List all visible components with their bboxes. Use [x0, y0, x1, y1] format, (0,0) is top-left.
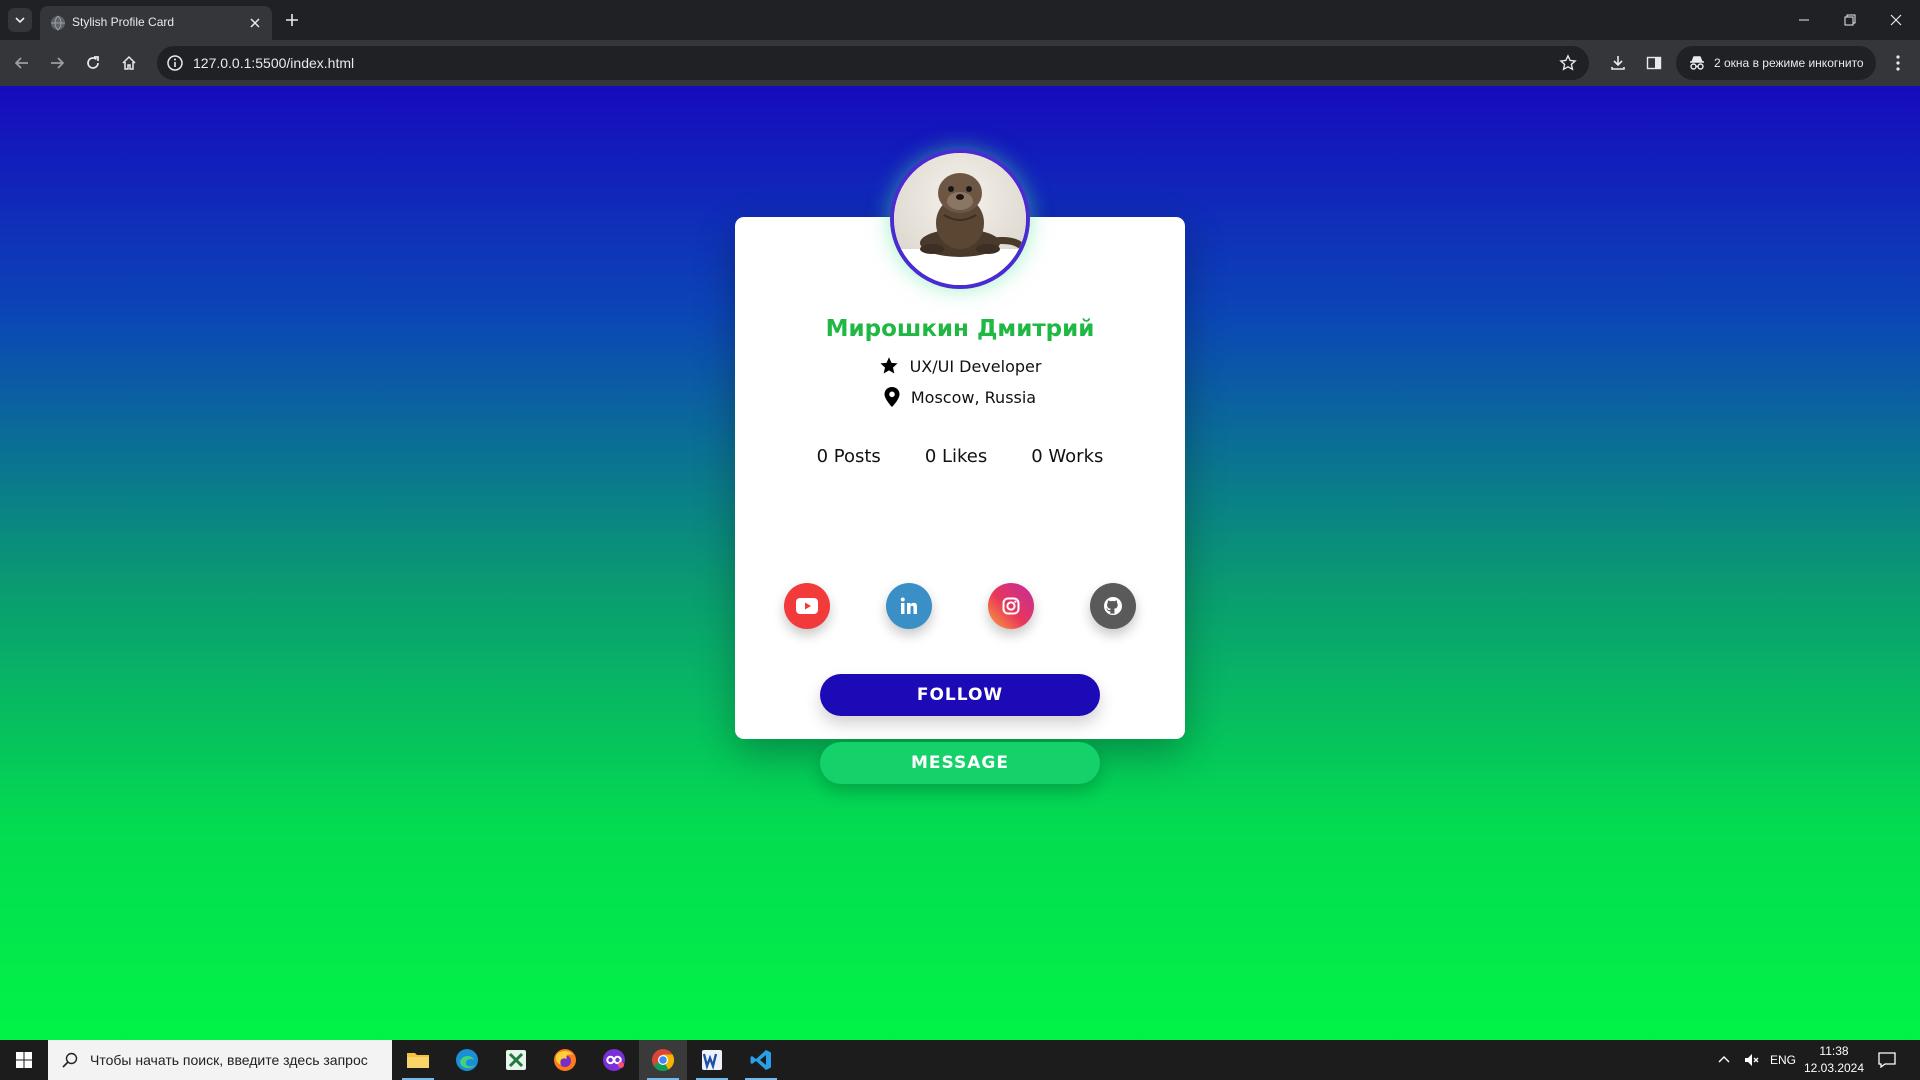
- arrow-left-icon: [14, 57, 28, 69]
- clock-time: 11:38: [1819, 1044, 1849, 1058]
- edge-icon: [456, 1049, 478, 1071]
- word-icon: [702, 1050, 722, 1071]
- otter-photo: [894, 153, 1026, 285]
- taskbar-firefox[interactable]: [541, 1040, 589, 1080]
- close-icon: [1890, 14, 1902, 26]
- tab-close-button[interactable]: [246, 14, 264, 32]
- instagram-link[interactable]: [988, 583, 1034, 629]
- youtube-icon: [796, 598, 818, 614]
- avatar: [890, 149, 1030, 289]
- minimize-icon: [1799, 19, 1809, 21]
- tab-search-button[interactable]: [8, 8, 32, 32]
- volume-muted-icon: [1745, 1054, 1759, 1066]
- window-minimize-button[interactable]: [1790, 8, 1818, 32]
- browser-toolbar: 127.0.0.1:5500/index.html 2 окна в режим…: [0, 40, 1920, 86]
- vscode-icon: [750, 1050, 771, 1070]
- incognito-indicator[interactable]: 2 окна в режиме инкогнито: [1676, 46, 1876, 80]
- taskbar-game-app[interactable]: [590, 1040, 638, 1080]
- notifications-button[interactable]: [1878, 1040, 1896, 1080]
- taskbar-file-explorer[interactable]: [394, 1040, 442, 1080]
- taskbar-word[interactable]: [688, 1040, 736, 1080]
- tab-title: Stylish Profile Card: [72, 15, 175, 29]
- star-icon: [879, 357, 898, 374]
- browser-menu-button[interactable]: [1886, 51, 1910, 75]
- folder-icon: [407, 1053, 429, 1068]
- search-icon: [62, 1052, 78, 1068]
- chrome-icon: [652, 1049, 675, 1071]
- taskbar-vscode[interactable]: [737, 1040, 785, 1080]
- search-placeholder: Чтобы начать поиск, введите здесь запрос: [90, 1052, 368, 1068]
- language-indicator[interactable]: ENG: [1770, 1040, 1796, 1080]
- chevron-down-icon: [15, 17, 25, 24]
- side-panel-button[interactable]: [1642, 51, 1666, 75]
- forward-button[interactable]: [45, 51, 69, 75]
- back-button[interactable]: [10, 51, 34, 75]
- github-icon: [1104, 597, 1122, 615]
- downloads-button[interactable]: [1606, 51, 1630, 75]
- window-restore-button[interactable]: [1836, 8, 1864, 32]
- new-tab-button[interactable]: [282, 10, 302, 30]
- profile-stats: 0 Posts 0 Likes 0 Works: [735, 446, 1185, 472]
- clock-date: 12.03.2024: [1803, 1061, 1865, 1075]
- firefox-icon: [554, 1049, 576, 1071]
- volume-button[interactable]: [1744, 1040, 1760, 1080]
- arrow-right-icon: [51, 57, 65, 69]
- clock[interactable]: 11:38 12.03.2024: [1800, 1043, 1868, 1077]
- star-outline-icon[interactable]: [1559, 54, 1577, 72]
- incognito-icon: [1690, 56, 1704, 70]
- instagram-icon: [1002, 597, 1020, 615]
- browser-tabstrip: Stylish Profile Card: [0, 0, 1920, 40]
- tray-overflow-button[interactable]: [1718, 1040, 1730, 1080]
- globe-icon: [51, 15, 65, 31]
- gamepad-icon: [603, 1049, 625, 1071]
- download-icon: [1611, 56, 1625, 70]
- taskbar-excel[interactable]: [492, 1040, 540, 1080]
- home-button[interactable]: [117, 51, 141, 75]
- profile-card: [735, 217, 1185, 739]
- follow-button[interactable]: FOLLOW: [820, 674, 1100, 716]
- tab-active[interactable]: Stylish Profile Card: [40, 6, 272, 40]
- taskbar-edge[interactable]: [443, 1040, 491, 1080]
- spreadsheet-icon: [506, 1050, 526, 1070]
- profile-role: UX/UI Developer: [735, 354, 1185, 378]
- taskbar-chrome[interactable]: [639, 1040, 687, 1080]
- more-vertical-icon: [1896, 55, 1900, 71]
- chevron-up-icon: [1718, 1056, 1730, 1063]
- linkedin-link[interactable]: [886, 583, 932, 629]
- plus-icon: [286, 14, 298, 26]
- window-close-button[interactable]: [1882, 8, 1910, 32]
- windows-logo-icon: [16, 1052, 32, 1068]
- stat-works: 0 Works: [1031, 446, 1104, 467]
- location-text: Moscow, Russia: [910, 387, 1037, 407]
- url-text[interactable]: 127.0.0.1:5500/index.html: [193, 55, 354, 71]
- reload-icon: [87, 56, 99, 69]
- close-icon: [250, 18, 260, 28]
- side-panel-icon: [1646, 56, 1662, 70]
- reload-button[interactable]: [81, 51, 105, 75]
- notification-icon: [1878, 1052, 1896, 1068]
- github-link[interactable]: [1090, 583, 1136, 629]
- info-icon[interactable]: [166, 54, 184, 72]
- stat-posts: 0 Posts: [816, 446, 881, 467]
- role-text: UX/UI Developer: [909, 356, 1042, 376]
- taskbar: Чтобы начать поиск, введите здесь запрос…: [0, 1040, 1920, 1080]
- home-icon: [122, 55, 136, 70]
- address-bar[interactable]: 127.0.0.1:5500/index.html: [157, 46, 1589, 80]
- profile-location: Moscow, Russia: [735, 385, 1185, 409]
- restore-icon: [1844, 14, 1856, 26]
- youtube-link[interactable]: [784, 583, 830, 629]
- taskbar-search-input[interactable]: Чтобы начать поиск, введите здесь запрос: [48, 1040, 392, 1080]
- profile-name: Мирошкин Дмитрий: [825, 316, 1095, 342]
- map-pin-icon: [884, 387, 900, 407]
- stat-likes: 0 Likes: [924, 446, 988, 467]
- start-button[interactable]: [0, 1040, 48, 1080]
- incognito-label: 2 окна в режиме инкогнито: [1714, 56, 1864, 70]
- message-button[interactable]: MESSAGE: [820, 742, 1100, 784]
- linkedin-icon: [900, 597, 917, 614]
